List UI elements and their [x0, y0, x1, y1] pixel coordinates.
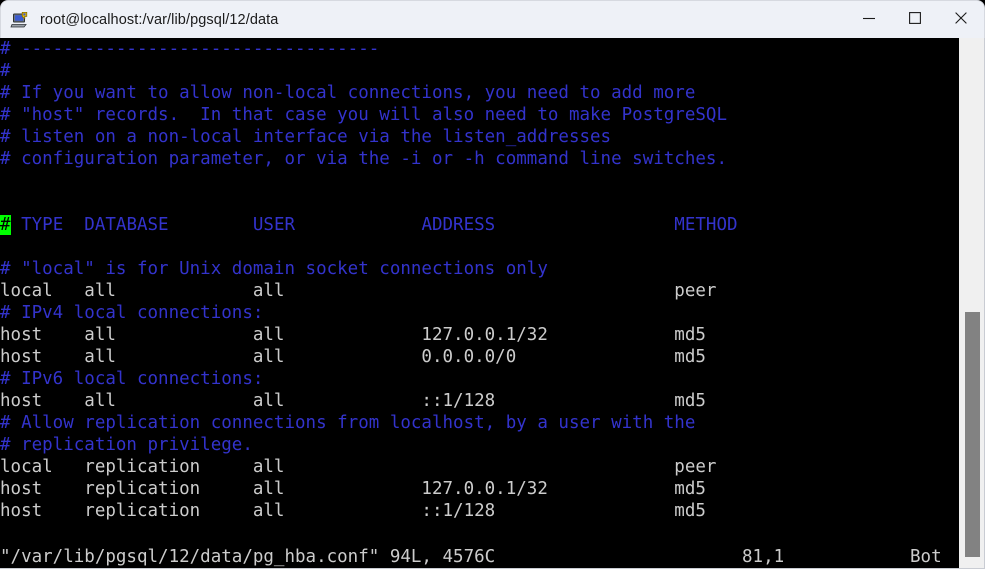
terminal-line: local all all peer — [0, 281, 717, 301]
terminal-line: # replication privilege. — [0, 435, 253, 455]
terminal-line: host all all 0.0.0.0/0 md5 — [0, 347, 706, 367]
terminal-line: # IPv6 local connections: — [0, 369, 264, 389]
terminal-line: host all all 127.0.0.1/32 md5 — [0, 325, 706, 345]
terminal-line: # "host" records. In that case you will … — [0, 105, 727, 125]
terminal-line: # IPv4 local connections: — [0, 303, 264, 323]
vertical-scrollbar[interactable] — [958, 38, 985, 569]
minimize-icon — [862, 10, 876, 29]
scrollbar-track[interactable] — [960, 38, 985, 569]
terminal-line: # listen on a non-local interface via th… — [0, 127, 612, 147]
text-cursor: # — [0, 215, 11, 235]
status-cursor-position: 81,1 — [742, 547, 785, 567]
window-controls — [846, 1, 984, 39]
putty-session-icon — [10, 10, 30, 30]
terminal-line: # configuration parameter, or via the -i… — [0, 149, 727, 169]
scrollbar-thumb[interactable] — [965, 312, 980, 557]
terminal-window: root@localhost:/var/lib/pgsql/12/data # … — [0, 0, 985, 569]
status-filename: "/var/lib/pgsql/12/data/pg_hba.conf" 94L… — [0, 547, 496, 567]
status-scroll-percent: Bot — [910, 547, 942, 567]
terminal-line: # TYPE DATABASE USER ADDRESS METHOD — [0, 214, 958, 236]
terminal-line: host all all ::1/128 md5 — [0, 391, 706, 411]
terminal-line: host replication all 127.0.0.1/32 md5 — [0, 479, 706, 499]
terminal-area[interactable]: # ---------------------------------- # # I… — [0, 38, 985, 569]
window-titlebar[interactable]: root@localhost:/var/lib/pgsql/12/data — [0, 0, 985, 38]
terminal-line: # If you want to allow non-local connect… — [0, 83, 696, 103]
terminal-line: # Allow replication connections from loc… — [0, 413, 696, 433]
maximize-icon — [908, 10, 922, 29]
maximize-button[interactable] — [892, 1, 938, 39]
vim-status-line: "/var/lib/pgsql/12/data/pg_hba.conf" 94L… — [0, 545, 958, 569]
terminal-line: # ---------------------------------- — [0, 39, 380, 59]
terminal-line: local replication all peer — [0, 457, 717, 477]
terminal-line: # "local" is for Unix domain socket conn… — [0, 259, 548, 279]
vim-editor-screen[interactable]: # ---------------------------------- # # I… — [0, 38, 958, 569]
window-title-text: root@localhost:/var/lib/pgsql/12/data — [40, 11, 279, 28]
terminal-line: host replication all ::1/128 md5 — [0, 501, 706, 521]
line-text: TYPE DATABASE USER ADDRESS METHOD — [10, 215, 738, 235]
titlebar-left-group: root@localhost:/var/lib/pgsql/12/data — [1, 10, 846, 30]
terminal-line: # — [0, 61, 11, 81]
minimize-button[interactable] — [846, 1, 892, 39]
close-button[interactable] — [938, 1, 984, 39]
close-icon — [954, 10, 968, 29]
